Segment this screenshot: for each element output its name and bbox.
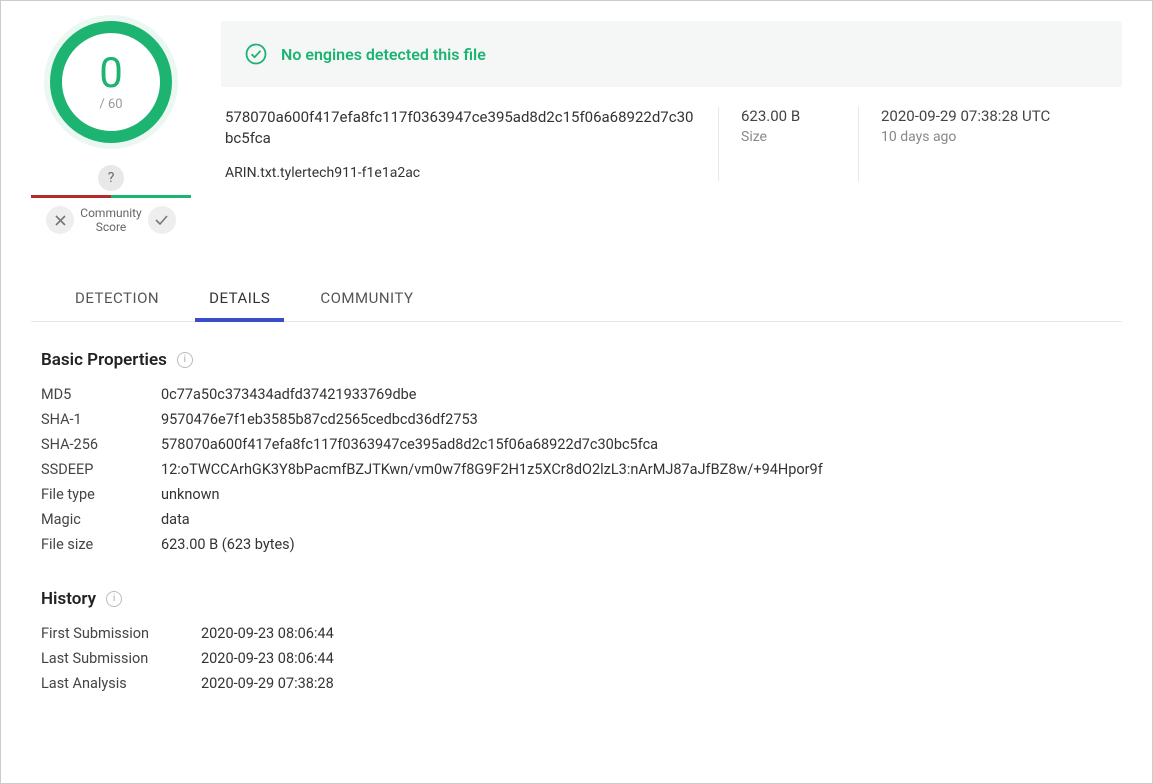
property-label: SHA-1 [41, 411, 161, 428]
detail-panel: No engines detected this file 578070a600… [221, 21, 1122, 235]
property-value: 578070a600f417efa8fc117f0363947ce395ad8d… [161, 436, 1112, 453]
check-circle-icon [245, 43, 267, 65]
date-column: 2020-09-29 07:38:28 UTC 10 days ago [858, 107, 1098, 181]
detection-count: 0 [99, 53, 123, 95]
score-panel: 0 / 60 ? Community Score [31, 21, 191, 235]
property-label: SHA-256 [41, 436, 161, 453]
property-value: data [161, 511, 1112, 528]
banner-text: No engines detected this file [281, 45, 486, 64]
property-value: 9570476e7f1eb3585b87cd2565cedbcd36df2753 [161, 411, 1112, 428]
analysis-date: 2020-09-29 07:38:28 UTC [881, 107, 1076, 125]
file-size-label: Size [741, 129, 816, 145]
analysis-date-relative: 10 days ago [881, 129, 1076, 145]
basic-properties-section: Basic Properties i MD50c77a50c373434adfd… [31, 350, 1122, 553]
history-value: 2020-09-23 08:06:44 [201, 650, 1112, 667]
upvote-button[interactable] [148, 206, 176, 234]
info-icon[interactable]: i [106, 591, 122, 607]
detection-score-widget: 0 / 60 [50, 21, 172, 143]
file-hash: 578070a600f417efa8fc117f0363947ce395ad8d… [225, 107, 698, 149]
file-size: 623.00 B [741, 107, 816, 125]
property-label: File size [41, 536, 161, 553]
tabs: DETECTION DETAILS COMMUNITY [31, 275, 1122, 322]
basic-properties-title: Basic Properties [41, 350, 167, 370]
property-value: 0c77a50c373434adfd37421933769dbe [161, 386, 1112, 403]
tab-detection[interactable]: DETECTION [71, 275, 163, 321]
community-score-block: ? Community Score [31, 165, 191, 235]
history-value: 2020-09-29 07:38:28 [201, 675, 1112, 692]
tab-community[interactable]: COMMUNITY [316, 275, 417, 321]
file-info-row: 578070a600f417efa8fc117f0363947ce395ad8d… [221, 87, 1122, 191]
tab-details[interactable]: DETAILS [205, 275, 274, 321]
page: 0 / 60 ? Community Score [0, 0, 1153, 784]
basic-properties-header: Basic Properties i [41, 350, 1112, 370]
history-label: Last Submission [41, 650, 201, 667]
top-section: 0 / 60 ? Community Score [31, 21, 1122, 235]
info-icon[interactable]: i [177, 352, 193, 368]
history-value: 2020-09-23 08:06:44 [201, 625, 1112, 642]
status-banner: No engines detected this file [221, 21, 1122, 87]
history-title: History [41, 589, 96, 609]
check-icon [155, 215, 168, 226]
history-section: History i First Submission2020-09-23 08:… [31, 589, 1122, 692]
community-bar [31, 195, 191, 198]
property-label: SSDEEP [41, 461, 161, 478]
property-label: File type [41, 486, 161, 503]
help-icon[interactable]: ? [98, 165, 124, 191]
property-value: 623.00 B (623 bytes) [161, 536, 1112, 553]
history-table: First Submission2020-09-23 08:06:44Last … [41, 625, 1112, 692]
history-label: First Submission [41, 625, 201, 642]
file-name: ARIN.txt.tylertech911-f1e1a2ac [225, 165, 698, 181]
basic-properties-table: MD50c77a50c373434adfd37421933769dbeSHA-1… [41, 386, 1112, 553]
community-row: Community Score [46, 206, 175, 235]
detection-total: / 60 [99, 97, 122, 112]
history-label: Last Analysis [41, 675, 201, 692]
downvote-button[interactable] [46, 206, 74, 234]
size-column: 623.00 B Size [718, 107, 838, 181]
property-label: MD5 [41, 386, 161, 403]
property-label: Magic [41, 511, 161, 528]
hash-column: 578070a600f417efa8fc117f0363947ce395ad8d… [225, 107, 698, 181]
property-value: unknown [161, 486, 1112, 503]
community-score-label: Community Score [80, 206, 141, 235]
close-icon [55, 215, 66, 226]
history-header: History i [41, 589, 1112, 609]
property-value: 12:oTWCCArhGK3Y8bPacmfBZJTKwn/vm0w7f8G9F… [161, 461, 1112, 478]
